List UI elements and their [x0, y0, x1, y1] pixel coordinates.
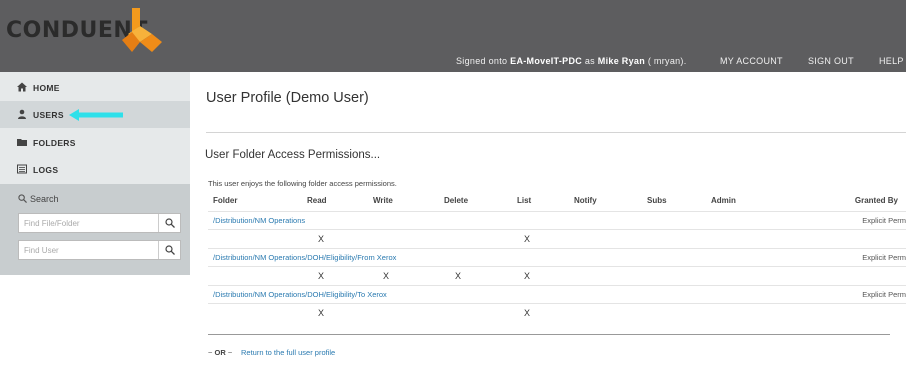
list-mark: X — [523, 271, 530, 281]
sidebar-item-folders[interactable]: FOLDERS — [0, 129, 190, 156]
footer-or-text: ~ OR ~ — [208, 348, 232, 357]
column-header-read: Read — [307, 196, 327, 205]
conduent-logo-icon — [122, 8, 162, 52]
read-mark: X — [317, 234, 324, 244]
column-header-write: Write — [373, 196, 393, 205]
folder-link[interactable]: /Distribution/NM Operations — [213, 216, 305, 225]
find-user-button[interactable] — [158, 241, 180, 259]
my-account-link[interactable]: MY ACCOUNT — [720, 56, 783, 66]
return-to-profile-link[interactable]: Return to the full user profile — [241, 348, 335, 357]
help-link[interactable]: HELP — [879, 56, 904, 66]
sidebar-item-label: HOME — [33, 83, 60, 93]
table-row: /Distribution/NM Operations Explicit Per… — [208, 211, 906, 229]
top-header: CONDUENT Signed onto EA-MoveIT-PDC as Mi… — [0, 0, 906, 72]
or-word: OR — [214, 348, 226, 357]
signed-on-status: Signed onto EA-MoveIT-PDC as Mike Ryan (… — [456, 56, 687, 66]
search-icon — [165, 245, 175, 255]
logs-icon — [17, 164, 27, 174]
column-header-list: List — [517, 196, 532, 205]
find-file-folder-field — [18, 213, 181, 233]
sidebar-item-label: FOLDERS — [33, 138, 76, 148]
find-user-field — [18, 240, 181, 260]
delete-mark: X — [454, 271, 461, 281]
signed-on-prefix: Signed onto — [456, 56, 508, 66]
folder-link[interactable]: /Distribution/NM Operations/DOH/Eligibil… — [213, 253, 396, 262]
write-mark: X — [382, 271, 389, 281]
table-row: /Distribution/NM Operations/DOH/Eligibil… — [208, 248, 906, 266]
list-mark: X — [523, 234, 530, 244]
user-name: Mike Ryan — [597, 56, 646, 66]
section-title: User Folder Access Permissions... — [205, 149, 381, 161]
brand-logo[interactable]: CONDUENT — [0, 0, 200, 56]
pointer-arrow-icon — [69, 109, 123, 121]
sidebar-item-logs[interactable]: LOGS — [0, 156, 190, 183]
search-icon — [18, 194, 27, 203]
sidebar-item-home[interactable]: HOME — [0, 74, 190, 101]
sidebar-item-label: LOGS — [33, 165, 59, 175]
find-user-input[interactable] — [19, 241, 159, 259]
granted-by-value: Explicit Perm — [862, 253, 906, 262]
divider — [206, 132, 906, 133]
signed-as-text: as — [584, 56, 595, 66]
server-name: EA-MoveIT-PDC — [510, 56, 583, 66]
folder-icon — [17, 139, 27, 146]
column-header-delete: Delete — [444, 196, 469, 205]
column-header-subs: Subs — [647, 196, 667, 205]
main-content: User Profile (Demo User) User Folder Acc… — [190, 72, 906, 365]
sidebar-item-label: USERS — [33, 110, 64, 120]
find-file-folder-button[interactable] — [158, 214, 180, 232]
search-icon — [165, 218, 175, 228]
column-header-notify: Notify — [574, 196, 597, 205]
table-row: /Distribution/NM Operations/DOH/Eligibil… — [208, 285, 906, 303]
intro-text: This user enjoys the following folder ac… — [208, 179, 397, 188]
column-header-admin: Admin — [711, 196, 736, 205]
home-icon — [17, 82, 27, 92]
read-mark: X — [317, 271, 324, 281]
user-icon — [18, 109, 26, 119]
column-header-granted-by: Granted By — [854, 196, 898, 205]
or-prefix: ~ — [208, 348, 213, 357]
sidebar-item-users[interactable]: USERS — [0, 101, 190, 128]
page-title: User Profile (Demo User) — [206, 90, 369, 106]
find-file-folder-input[interactable] — [19, 214, 159, 232]
granted-by-value: Explicit Perm — [862, 216, 906, 225]
read-mark: X — [317, 308, 324, 318]
app-window: CONDUENT Signed onto EA-MoveIT-PDC as Mi… — [0, 0, 906, 365]
folder-link[interactable]: /Distribution/NM Operations/DOH/Eligibil… — [213, 290, 387, 299]
user-id: ( mryan). — [647, 56, 687, 66]
sidebar: HOME USERS FOLDERS LOGS Search Find File… — [0, 72, 190, 275]
search-heading-label: Search — [30, 194, 59, 204]
list-mark: X — [523, 308, 530, 318]
sign-out-link[interactable]: SIGN OUT — [808, 56, 854, 66]
search-panel: Search — [0, 184, 190, 275]
table-row: X X — [208, 229, 906, 247]
divider — [208, 334, 890, 335]
table-row: X X — [208, 303, 906, 321]
column-header-folder: Folder — [213, 196, 238, 205]
or-suffix: ~ — [227, 348, 233, 357]
granted-by-value: Explicit Perm — [862, 290, 906, 299]
table-row: X X X X — [208, 266, 906, 284]
